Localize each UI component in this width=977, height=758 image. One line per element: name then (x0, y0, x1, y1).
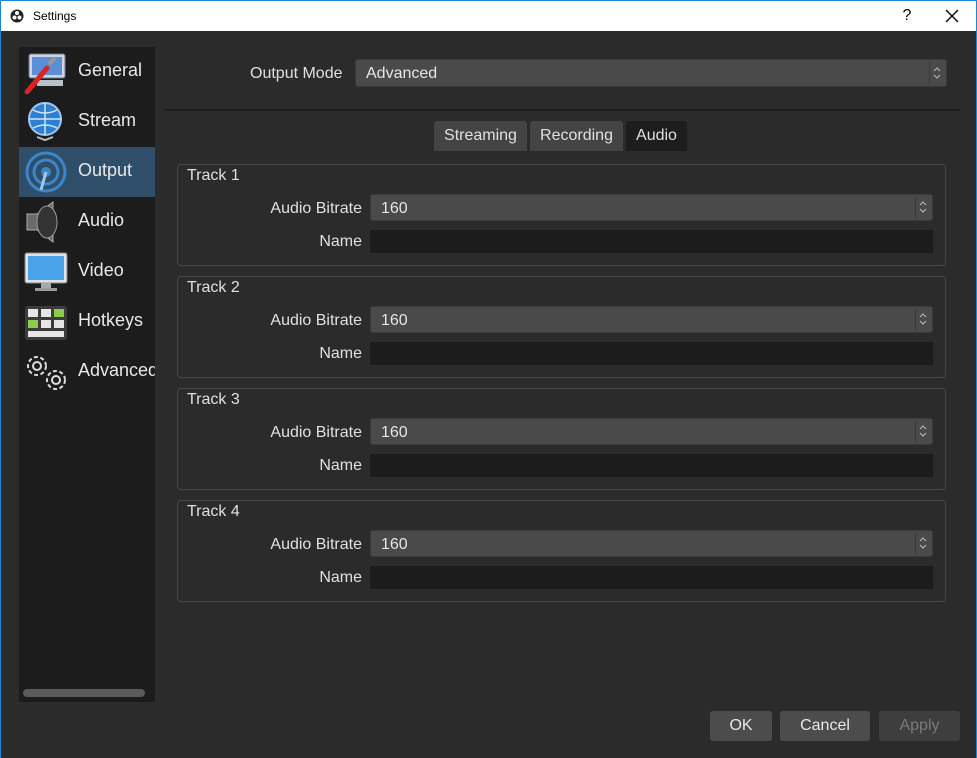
title-bar: Settings ? (0, 0, 977, 31)
name-label: Name (319, 569, 362, 586)
sidebar-item-label: Advanced (78, 360, 155, 380)
sidebar-item-audio[interactable]: Audio (19, 197, 155, 247)
sidebar-item-label: Hotkeys (78, 310, 144, 330)
output-broadcast-icon (25, 151, 67, 193)
sidebar-item-stream[interactable]: Stream (19, 97, 155, 147)
speaker-icon (26, 201, 58, 243)
up-down-arrow-icon (919, 201, 927, 213)
help-button[interactable]: ? (897, 4, 917, 28)
select-arrows (929, 62, 944, 84)
audio-bitrate-value: 160 (381, 312, 408, 329)
sidebar-item-output[interactable]: Output (19, 147, 155, 197)
audio-bitrate-select[interactable]: 160 (370, 418, 933, 445)
group-title: Track 3 (187, 391, 240, 408)
audio-bitrate-label: Audio Bitrate (270, 312, 362, 329)
sidebar-item-label: General (78, 60, 143, 80)
select-arrows (915, 421, 930, 442)
audio-bitrate-select[interactable]: 160 (370, 306, 933, 333)
sidebar-item-general[interactable]: General (19, 47, 155, 97)
keyboard-icon (25, 306, 67, 340)
select-arrows (915, 309, 930, 330)
audio-bitrate-label: Audio Bitrate (270, 536, 362, 553)
name-label: Name (319, 457, 362, 474)
sidebar-item-label: Output (78, 160, 133, 180)
close-icon (945, 9, 959, 23)
select-arrows (915, 533, 930, 554)
audio-bitrate-value: 160 (381, 200, 408, 217)
track-name-input[interactable] (370, 566, 933, 589)
audio-bitrate-label: Audio Bitrate (270, 200, 362, 217)
track-2-group: Track 2 Audio Bitrate 160 Name (177, 276, 946, 378)
track-name-input[interactable] (370, 454, 933, 477)
tab-streaming[interactable]: Streaming (434, 121, 527, 151)
group-title: Track 4 (187, 503, 240, 520)
cancel-button[interactable]: Cancel (780, 711, 870, 741)
sidebar-item-hotkeys[interactable]: Hotkeys (19, 297, 155, 347)
select-arrows (915, 197, 930, 218)
audio-bitrate-select[interactable]: 160 (370, 530, 933, 557)
sidebar-scrollbar[interactable] (23, 689, 145, 697)
track-name-input[interactable] (370, 342, 933, 365)
audio-bitrate-select[interactable]: 160 (370, 194, 933, 221)
ok-button[interactable]: OK (710, 711, 772, 741)
window-title: Settings (33, 9, 77, 23)
monitor-icon (24, 252, 68, 291)
sidebar-item-label: Stream (78, 110, 137, 130)
sidebar-item-label: Video (78, 260, 124, 280)
settings-window: General Stream Output Audio Video Hotkey… (0, 31, 977, 758)
audio-bitrate-value: 160 (381, 536, 408, 553)
up-down-arrow-icon (933, 67, 941, 79)
name-label: Name (319, 233, 362, 250)
sidebar-item-label: Audio (78, 210, 125, 230)
output-mode-label: Output Mode (250, 65, 343, 82)
tab-recording[interactable]: Recording (530, 121, 623, 151)
track-3-group: Track 3 Audio Bitrate 160 Name (177, 388, 946, 490)
name-label: Name (319, 345, 362, 362)
divider (164, 109, 960, 111)
sidebar-item-video[interactable]: Video (19, 247, 155, 297)
stream-globe-icon (28, 102, 62, 142)
group-title: Track 1 (187, 167, 240, 184)
audio-bitrate-value: 160 (381, 424, 408, 441)
up-down-arrow-icon (919, 313, 927, 325)
tab-audio[interactable]: Audio (626, 121, 687, 151)
settings-sidebar: General Stream Output Audio Video Hotkey… (19, 47, 155, 702)
gears-icon (27, 356, 66, 390)
track-4-group: Track 4 Audio Bitrate 160 Name (177, 500, 946, 602)
apply-button[interactable]: Apply (879, 711, 960, 741)
audio-bitrate-label: Audio Bitrate (270, 424, 362, 441)
track-1-group: Track 1 Audio Bitrate 160 Name (177, 164, 946, 266)
output-mode-value: Advanced (366, 65, 438, 82)
up-down-arrow-icon (919, 537, 927, 549)
close-button[interactable] (937, 4, 967, 28)
track-name-input[interactable] (370, 230, 933, 253)
general-icon (24, 53, 66, 94)
obs-app-icon (10, 9, 24, 23)
sidebar-item-advanced[interactable]: Advanced (19, 347, 155, 397)
up-down-arrow-icon (919, 425, 927, 437)
output-mode-select[interactable]: Advanced (355, 59, 947, 87)
group-title: Track 2 (187, 279, 240, 296)
